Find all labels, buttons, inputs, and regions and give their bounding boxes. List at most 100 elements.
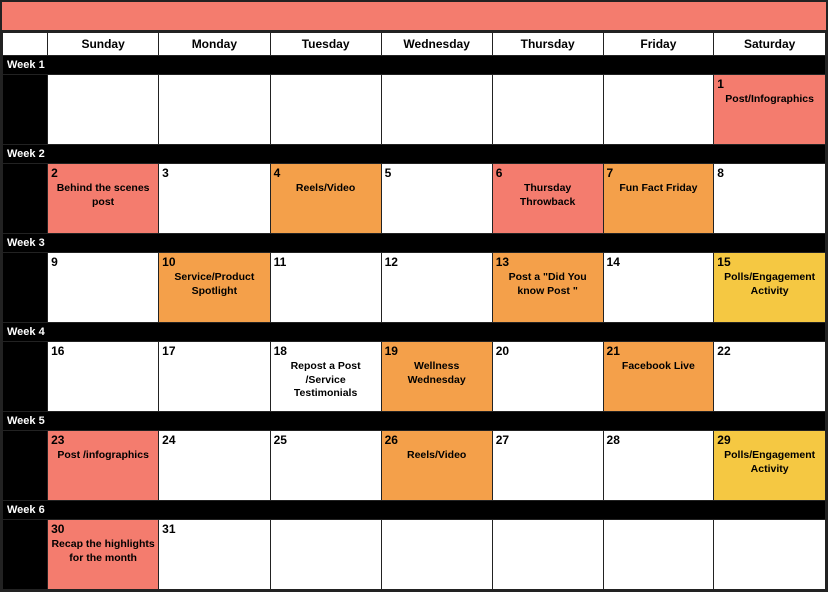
day-content: Fun Fact Friday <box>607 182 711 196</box>
day-cell: 25 <box>270 431 381 501</box>
week-label-row: Week 6 <box>3 501 826 520</box>
day-cell: 13Post a "Did You know Post " <box>492 253 603 323</box>
day-header-saturday: Saturday <box>714 33 826 56</box>
day-header-wednesday: Wednesday <box>381 33 492 56</box>
day-content: Reels/Video <box>385 449 489 463</box>
day-cell: 4 Reels/Video <box>270 164 381 234</box>
week-content-row: 23Post /infographics242526Reels/Video272… <box>3 431 826 501</box>
week-label-row: Week 4 <box>3 323 826 342</box>
day-number: 6 <box>496 166 600 180</box>
day-cell: 16 <box>48 342 159 412</box>
day-header-thursday: Thursday <box>492 33 603 56</box>
day-number: 20 <box>496 344 600 358</box>
day-content: Post/Infographics <box>717 93 822 107</box>
day-content: Post /infographics <box>51 449 155 463</box>
day-cell: 11 <box>270 253 381 323</box>
day-cell: 19 Wellness Wednesday <box>381 342 492 412</box>
day-content: Polls/Engagement Activity <box>717 271 822 298</box>
day-number: 29 <box>717 433 822 447</box>
day-cell: 28 <box>603 431 714 501</box>
day-cell: 3 <box>159 164 270 234</box>
day-cell: 1 Post/Infographics <box>714 75 826 145</box>
day-cell: 20 <box>492 342 603 412</box>
day-number: 8 <box>717 166 822 180</box>
day-number: 14 <box>607 255 711 269</box>
day-number: 25 <box>274 433 378 447</box>
day-number: 12 <box>385 255 489 269</box>
day-cell: 31 <box>159 520 270 590</box>
week-label: Week 3 <box>3 234 826 253</box>
day-header-monday: Monday <box>159 33 270 56</box>
week-header <box>3 33 48 56</box>
day-cell: 18Repost a Post /Service Testimonials <box>270 342 381 412</box>
week-content-row: 910Service/Product Spotlight11 1213Post a… <box>3 253 826 323</box>
day-cell: 27 <box>492 431 603 501</box>
week-spacer <box>3 253 48 323</box>
day-number: 17 <box>162 344 266 358</box>
day-cell: 30Recap the highlights for the month <box>48 520 159 590</box>
day-cell <box>270 75 381 145</box>
day-number: 1 <box>717 77 822 91</box>
day-number: 22 <box>717 344 822 358</box>
day-cell: 2Behind the scenes post <box>48 164 159 234</box>
day-content: Recap the highlights for the month <box>51 538 155 565</box>
day-number: 10 <box>162 255 266 269</box>
day-header-friday: Friday <box>603 33 714 56</box>
calendar-container: SundayMondayTuesdayWednesdayThursdayFrid… <box>0 0 828 592</box>
header-row: SundayMondayTuesdayWednesdayThursdayFrid… <box>3 33 826 56</box>
day-content: Thursday Throwback <box>496 182 600 209</box>
day-number: 26 <box>385 433 489 447</box>
week-label: Week 6 <box>3 501 826 520</box>
day-number: 18 <box>274 344 378 358</box>
day-cell: 23 Post /infographics <box>48 431 159 501</box>
day-cell: 12 <box>381 253 492 323</box>
week-content-row: 1 Post/Infographics <box>3 75 826 145</box>
day-content: Reels/Video <box>274 182 378 196</box>
day-cell <box>492 75 603 145</box>
week-label: Week 4 <box>3 323 826 342</box>
week-spacer <box>3 342 48 412</box>
day-cell: 5 <box>381 164 492 234</box>
day-content: Post a "Did You know Post " <box>496 271 600 298</box>
day-number: 16 <box>51 344 155 358</box>
day-cell <box>714 520 826 590</box>
day-number: 23 <box>51 433 155 447</box>
day-cell: 17 <box>159 342 270 412</box>
day-content: Facebook Live <box>607 360 711 374</box>
week-spacer <box>3 164 48 234</box>
day-number: 4 <box>274 166 378 180</box>
day-cell: 6 Thursday Throwback <box>492 164 603 234</box>
week-spacer <box>3 75 48 145</box>
day-number: 31 <box>162 522 266 536</box>
day-cell <box>381 75 492 145</box>
week-label: Week 2 <box>3 145 826 164</box>
day-cell <box>603 520 714 590</box>
day-content: Polls/Engagement Activity <box>717 449 822 476</box>
day-cell: 9 <box>48 253 159 323</box>
day-cell: 8 <box>714 164 826 234</box>
day-cell <box>159 75 270 145</box>
day-cell: 22 <box>714 342 826 412</box>
day-number: 7 <box>607 166 711 180</box>
calendar-table: SundayMondayTuesdayWednesdayThursdayFrid… <box>2 32 826 590</box>
week-label-row: Week 1 <box>3 56 826 75</box>
day-number: 5 <box>385 166 489 180</box>
day-content: Behind the scenes post <box>51 182 155 209</box>
day-cell <box>48 75 159 145</box>
day-cell: 24 <box>159 431 270 501</box>
day-number: 28 <box>607 433 711 447</box>
week-spacer <box>3 431 48 501</box>
day-number: 21 <box>607 344 711 358</box>
week-content-row: 2Behind the scenes post34 Reels/Video 56 Th… <box>3 164 826 234</box>
week-label-row: Week 3 <box>3 234 826 253</box>
week-spacer <box>3 520 48 590</box>
day-number: 19 <box>385 344 489 358</box>
day-number: 3 <box>162 166 266 180</box>
week-content-row: 30Recap the highlights for the month31 <box>3 520 826 590</box>
day-content: Wellness Wednesday <box>385 360 489 387</box>
week-content-row: 16 17 18Repost a Post /Service Testimonial… <box>3 342 826 412</box>
day-cell: 10Service/Product Spotlight <box>159 253 270 323</box>
week-label: Week 5 <box>3 412 826 431</box>
day-header-tuesday: Tuesday <box>270 33 381 56</box>
day-cell: 26 Reels/Video <box>381 431 492 501</box>
